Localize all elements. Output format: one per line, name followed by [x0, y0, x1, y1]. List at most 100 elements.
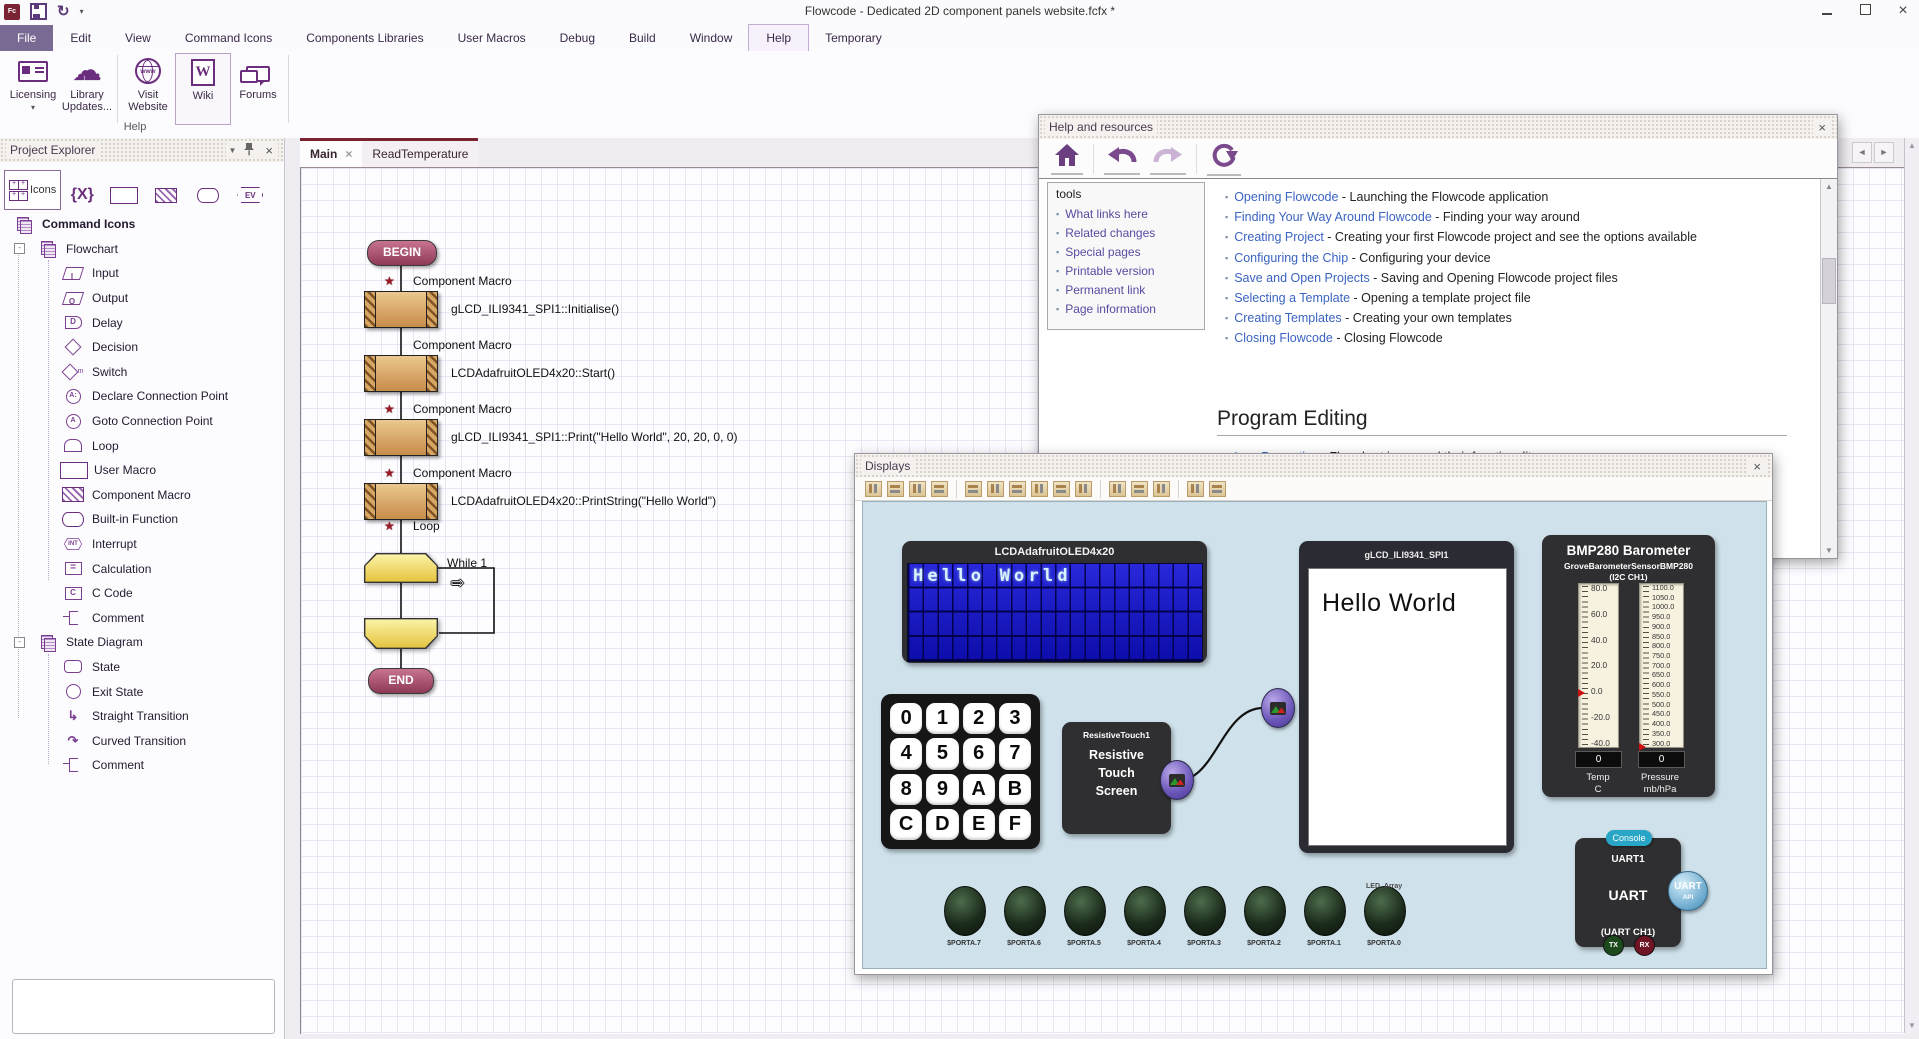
menu-item-file[interactable]: File	[0, 25, 53, 51]
help-link-finding-your-way-around-flowcode[interactable]: ▪Finding Your Way Around Flowcode - Find…	[1225, 207, 1817, 227]
keypad-key-D[interactable]: D	[926, 809, 958, 840]
maximize-button[interactable]	[1853, 2, 1877, 20]
tree-item-output[interactable]: OOutput	[0, 286, 283, 311]
tree-item-curved-transition[interactable]: ↷Curved Transition	[0, 728, 283, 753]
project-explorer-header[interactable]: Project Explorer ▼ ×	[0, 138, 284, 162]
keypad-key-1[interactable]: 1	[926, 703, 958, 734]
keypad-key-7[interactable]: 7	[999, 738, 1031, 769]
help-window-close-icon[interactable]: ×	[1815, 120, 1829, 135]
displays-tool-13-icon[interactable]	[1153, 481, 1170, 497]
touch-connector-icon[interactable]	[1160, 760, 1194, 800]
help-link-selecting-a-template[interactable]: ▪Selecting a Template - Opening a templa…	[1225, 288, 1817, 308]
led-porta-5[interactable]	[1064, 886, 1106, 936]
displays-tool-12-icon[interactable]	[1131, 481, 1148, 497]
help-window-titlebar[interactable]: Help and resources ×	[1039, 115, 1837, 139]
refresh-page-icon[interactable]	[1207, 141, 1241, 176]
keypad-key-8[interactable]: 8	[890, 774, 922, 805]
tree-item-interrupt[interactable]: Interrupt	[0, 532, 283, 557]
tree-item-command-icons[interactable]: Command Icons	[0, 212, 283, 237]
menu-item-build[interactable]: Build	[612, 25, 673, 51]
explorer-tab-icons[interactable]: ++++Icons	[4, 170, 61, 210]
tree-item-comment[interactable]: Comment	[0, 606, 283, 631]
keypad-key-3[interactable]: 3	[999, 703, 1031, 734]
uart-api-connector[interactable]: UARTAPI	[1668, 871, 1708, 911]
displays-window-close-icon[interactable]: ×	[1750, 459, 1764, 474]
component-macro-node[interactable]	[364, 419, 438, 456]
tree-item-declare-connection-point[interactable]: A:Declare Connection Point	[0, 384, 283, 409]
keypad-key-5[interactable]: 5	[926, 738, 958, 769]
visit-website-button[interactable]: wwwVisit Website	[121, 53, 175, 125]
scroll-down-icon[interactable]: ▼	[1908, 1021, 1916, 1030]
led-porta-7[interactable]	[944, 886, 986, 936]
keypad-key-9[interactable]: 9	[926, 774, 958, 805]
tools-link-related-changes[interactable]: ▪Related changes	[1056, 226, 1204, 240]
displays-tool-4-icon[interactable]	[931, 481, 948, 497]
tree-item-component-macro[interactable]: Component Macro	[0, 483, 283, 508]
displays-tool-6-icon[interactable]	[987, 481, 1004, 497]
console-badge[interactable]: Console	[1606, 830, 1652, 846]
home-icon[interactable]	[1051, 142, 1083, 175]
tools-link-page-information[interactable]: ▪Page information	[1056, 302, 1204, 316]
displays-tool-14-icon[interactable]	[1187, 481, 1204, 497]
component-macro-node[interactable]	[364, 483, 438, 520]
help-scroll-thumb[interactable]	[1822, 258, 1836, 304]
menu-item-debug[interactable]: Debug	[543, 25, 612, 51]
glcd-display-component[interactable]: gLCD_ILI9341_SPI1 Hello World	[1299, 541, 1514, 853]
library-updates-button[interactable]: ☁↓Library Updates...	[60, 53, 114, 125]
keypad-key-B[interactable]: B	[999, 774, 1031, 805]
description-box[interactable]	[12, 979, 275, 1034]
expander-icon[interactable]: -	[14, 637, 25, 648]
explorer-tab-built-in-functions[interactable]	[187, 180, 229, 210]
tree-item-goto-connection-point[interactable]: AGoto Connection Point	[0, 409, 283, 434]
close-button[interactable]: ×	[1891, 2, 1915, 20]
tree-item-c-code[interactable]: CC Code	[0, 581, 283, 606]
wiki-button[interactable]: WWiki	[175, 53, 231, 125]
help-link-closing-flowcode[interactable]: ▪Closing Flowcode - Closing Flowcode	[1225, 328, 1817, 348]
tree-item-input[interactable]: IInput	[0, 261, 283, 286]
scroll-up-icon[interactable]: ▲	[1908, 141, 1916, 150]
help-scroll-down-icon[interactable]: ▼	[1821, 543, 1837, 558]
refresh-icon[interactable]: ↻	[57, 4, 70, 19]
displays-tool-15-icon[interactable]	[1209, 481, 1226, 497]
led-porta-4[interactable]	[1124, 886, 1166, 936]
uart-component[interactable]: Console UART1 UART UARTAPI (UART CH1) TX…	[1575, 838, 1681, 947]
minimize-button[interactable]	[1815, 2, 1839, 20]
tools-link-permanent-link[interactable]: ▪Permanent link	[1056, 283, 1204, 297]
menu-item-user-macros[interactable]: User Macros	[441, 25, 543, 51]
tab-main[interactable]: Main×	[300, 138, 362, 167]
led-porta-3[interactable]	[1184, 886, 1226, 936]
led-porta-0[interactable]	[1364, 886, 1406, 936]
displays-tool-9-icon[interactable]	[1053, 481, 1070, 497]
displays-tool-11-icon[interactable]	[1109, 481, 1126, 497]
explorer-tab-user-macros[interactable]	[103, 180, 145, 210]
tools-link-what-links-here[interactable]: ▪What links here	[1056, 207, 1204, 221]
keypad-key-E[interactable]: E	[963, 809, 995, 840]
displays-tool-7-icon[interactable]	[1009, 481, 1026, 497]
menu-item-window[interactable]: Window	[673, 25, 750, 51]
tree-item-state-diagram[interactable]: -State Diagram	[0, 630, 283, 655]
tree-item-built-in-function[interactable]: Built-in Function	[0, 507, 283, 532]
keypad-key-C[interactable]: C	[890, 809, 922, 840]
displays-tool-2-icon[interactable]	[887, 481, 904, 497]
displays-tool-8-icon[interactable]	[1031, 481, 1048, 497]
keypad-key-4[interactable]: 4	[890, 738, 922, 769]
led-porta-6[interactable]	[1004, 886, 1046, 936]
help-link-creating-project[interactable]: ▪Creating Project - Creating your first …	[1225, 227, 1817, 247]
tree-item-exit-state[interactable]: Exit State	[0, 679, 283, 704]
help-link-configuring-the-chip[interactable]: ▪Configuring the Chip - Configuring your…	[1225, 248, 1817, 268]
keypad-key-6[interactable]: 6	[963, 738, 995, 769]
save-icon[interactable]	[30, 3, 47, 20]
menu-item-components-libraries[interactable]: Components Libraries	[289, 25, 440, 51]
panel-close-icon[interactable]: ×	[262, 143, 276, 158]
help-link-opening-flowcode[interactable]: ▪Opening Flowcode - Launching the Flowco…	[1225, 187, 1817, 207]
loop-end-node[interactable]	[364, 618, 438, 649]
bmp280-barometer-component[interactable]: BMP280 Barometer GroveBarometerSensorBMP…	[1542, 535, 1715, 797]
tools-link-printable-version[interactable]: ▪Printable version	[1056, 264, 1204, 278]
tree-item-loop[interactable]: Loop	[0, 433, 283, 458]
panel-dropdown-icon[interactable]: ▼	[228, 146, 236, 155]
tab-scroll-right-icon[interactable]: ►	[1874, 142, 1894, 163]
lcd-display-component[interactable]: LCDAdafruitOLED4x20 Hello World	[902, 541, 1207, 663]
tree-item-switch[interactable]: mSwitch	[0, 360, 283, 385]
menu-item-command-icons[interactable]: Command Icons	[168, 25, 289, 51]
help-scrollbar[interactable]: ▲ ▼	[1820, 179, 1837, 558]
